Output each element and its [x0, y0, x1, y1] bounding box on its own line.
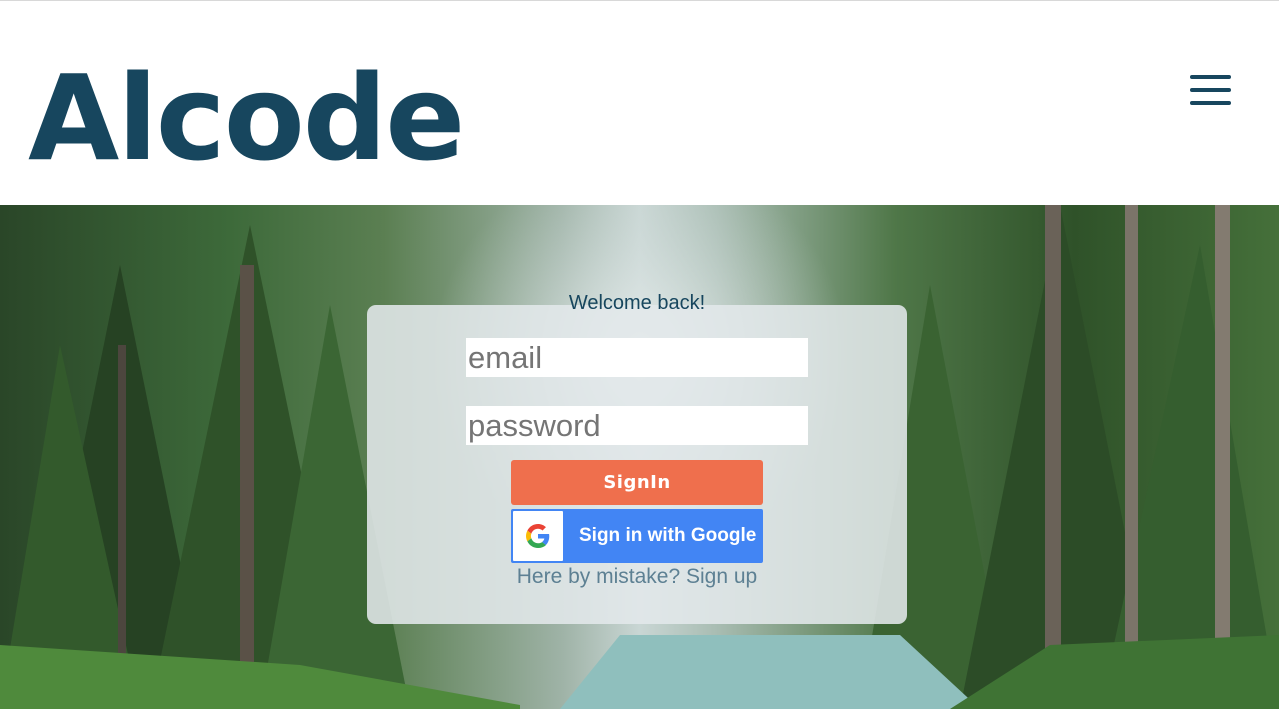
- signin-button[interactable]: SignIn: [511, 460, 763, 505]
- google-signin-button[interactable]: Sign in with Google: [511, 509, 763, 563]
- google-g-icon: [526, 524, 550, 548]
- logo[interactable]: Alcode: [28, 59, 465, 177]
- email-field[interactable]: [466, 338, 808, 377]
- password-field[interactable]: [466, 406, 808, 445]
- login-page: Alcode Welcome back! email SignIn Sign i…: [0, 0, 1279, 709]
- hamburger-menu-icon[interactable]: [1190, 75, 1231, 105]
- site-header: Alcode: [0, 0, 1279, 205]
- welcome-heading: Welcome back!: [568, 292, 706, 314]
- google-logo-box: [513, 511, 563, 561]
- signup-link[interactable]: Here by mistake? Sign up: [367, 565, 907, 589]
- google-signin-label: Sign in with Google: [579, 525, 757, 546]
